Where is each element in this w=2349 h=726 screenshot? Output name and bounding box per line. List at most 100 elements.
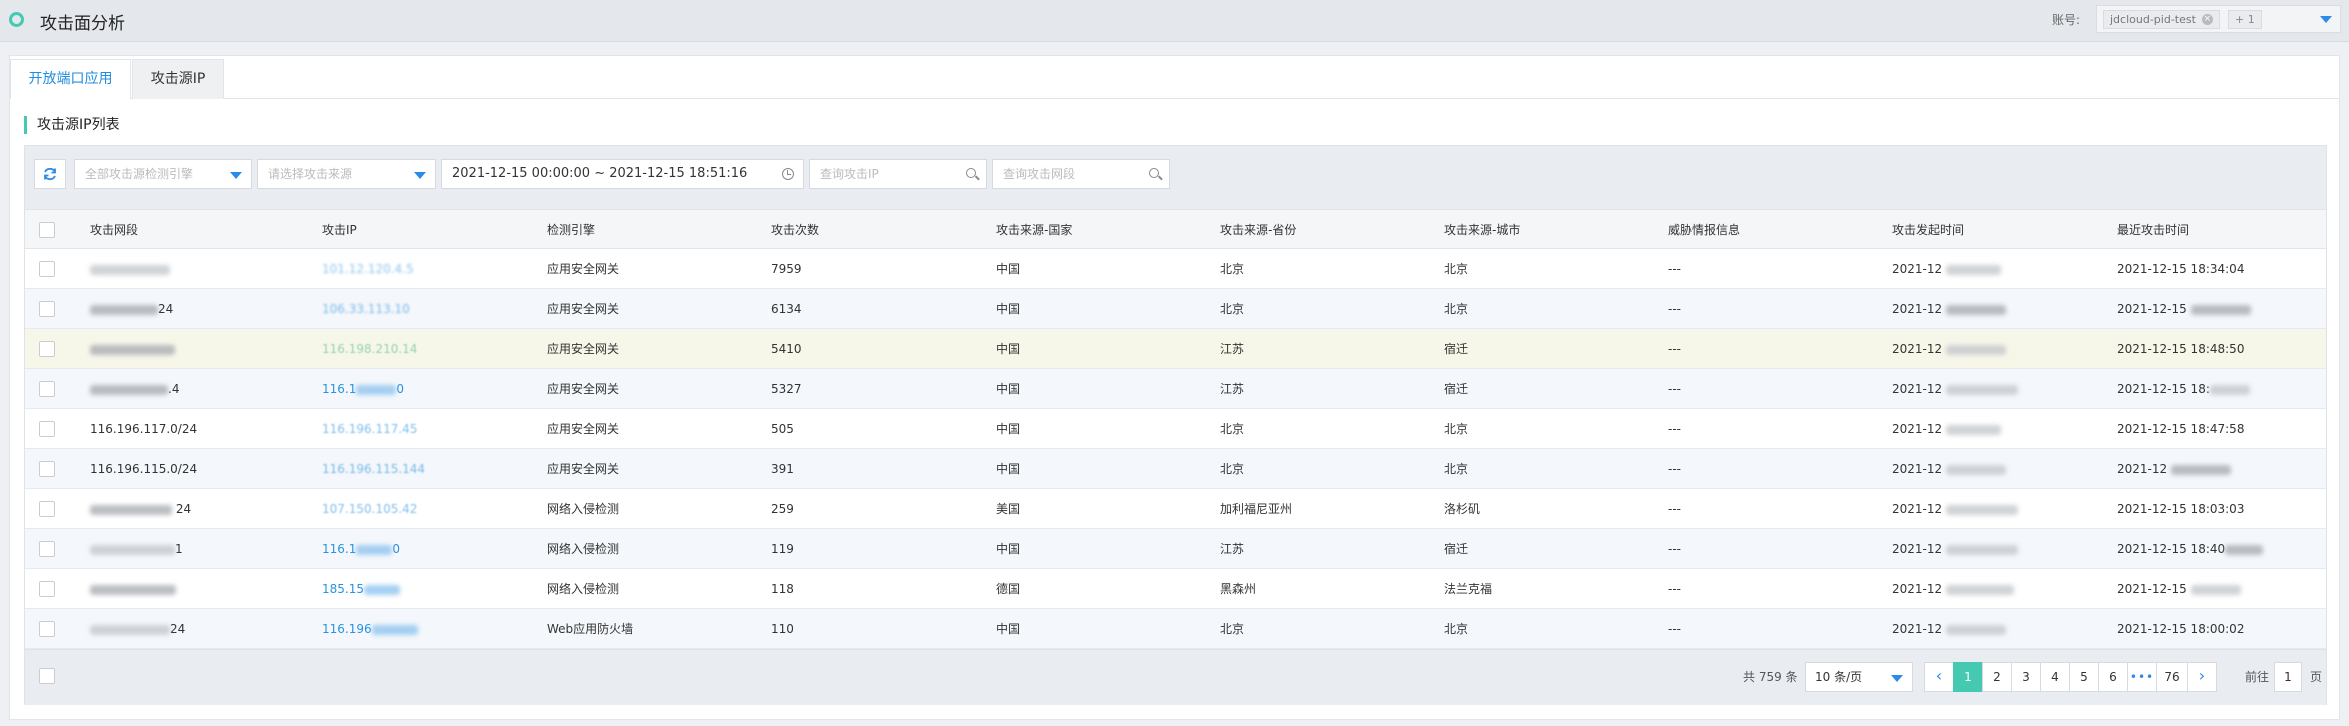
column-header[interactable]: 攻击来源-省份	[1220, 210, 1296, 250]
select-all-checkbox[interactable]	[39, 222, 55, 238]
ip-link[interactable]: 116.196.117.45	[322, 409, 417, 449]
account-select[interactable]: jdcloud-pid-test × + 1	[2096, 5, 2341, 33]
table-row[interactable]: 185.15 网络入侵检测 118 德国 黑森州 法兰克福 --- 2021-1…	[25, 569, 2326, 609]
page-button[interactable]: 2	[1982, 662, 2012, 692]
start-time-text: 2021-12	[1892, 422, 1943, 436]
table-row[interactable]: 116.196.117.0/24 116.196.117.45 应用安全网关 5…	[25, 409, 2326, 449]
date-range-value: 2021-12-15 00:00:00 ~ 2021-12-15 18:51:1…	[452, 166, 748, 181]
segment-search-input[interactable]: 查询攻击网段	[992, 159, 1170, 189]
page-button[interactable]: 6	[2098, 662, 2128, 692]
table-row[interactable]: 24 116.196 Web应用防火墙 110 中国 北京 北京 --- 202…	[25, 609, 2326, 649]
start-time-text: 2021-12	[1892, 302, 1943, 316]
table-row[interactable]: 1 116.1 0 网络入侵检测 119 中国 江苏 宿迁 --- 2021-12…	[25, 529, 2326, 569]
intel-cell: ---	[1668, 422, 1681, 436]
filter-bar: 全部攻击源检测引擎 请选择攻击来源 2021-12-15 00:00:00 ~ …	[25, 146, 2326, 209]
row-checkbox[interactable]	[39, 501, 55, 517]
engine-select[interactable]: 全部攻击源检测引擎	[74, 159, 252, 189]
ip-link[interactable]: 116.196	[322, 609, 418, 649]
city-cell: 北京	[1444, 622, 1469, 636]
row-checkbox[interactable]	[39, 541, 55, 557]
column-header[interactable]: 攻击IP	[322, 210, 357, 250]
row-checkbox[interactable]	[39, 581, 55, 597]
engine-cell: 应用安全网关	[547, 262, 620, 276]
column-header[interactable]: 攻击发起时间	[1892, 210, 1964, 250]
close-icon[interactable]: ×	[2201, 14, 2213, 25]
account-label: 账号:	[2052, 13, 2081, 27]
row-checkbox[interactable]	[39, 381, 55, 397]
row-checkbox[interactable]	[39, 341, 55, 357]
account-more-tag[interactable]: + 1	[2228, 10, 2262, 29]
footer-select-all-checkbox[interactable]	[39, 668, 55, 684]
chevron-down-icon[interactable]	[2320, 16, 2332, 23]
count-cell: 118	[771, 582, 794, 596]
ip-search-placeholder: 查询攻击IP	[820, 167, 879, 181]
page-size-select[interactable]: 10 条/页	[1805, 662, 1913, 692]
column-header[interactable]: 攻击网段	[90, 210, 138, 250]
count-cell: 6134	[771, 302, 802, 316]
page-button[interactable]: 1	[1953, 662, 1983, 692]
row-checkbox[interactable]	[39, 621, 55, 637]
redacted-mask	[1945, 264, 2001, 275]
search-icon[interactable]	[1149, 168, 1159, 178]
row-checkbox[interactable]	[39, 301, 55, 317]
column-header[interactable]: 检测引擎	[547, 210, 595, 250]
row-checkbox[interactable]	[39, 421, 55, 437]
account-tag[interactable]: jdcloud-pid-test ×	[2103, 10, 2220, 29]
ip-link[interactable]: 116.1 0	[322, 529, 400, 569]
ip-link[interactable]: 185.15	[322, 569, 400, 609]
prev-page-button[interactable]: ‹	[1924, 662, 1954, 692]
engine-cell: 应用安全网关	[547, 462, 620, 476]
page-button[interactable]: 5	[2069, 662, 2099, 692]
last-time-cell: 2021-12	[2117, 449, 2231, 489]
row-checkbox[interactable]	[39, 261, 55, 277]
page-ellipsis[interactable]: •••	[2127, 662, 2157, 692]
last-time-cell: 2021-12-15 18:	[2117, 369, 2250, 409]
redacted-mask	[1945, 344, 2006, 355]
ip-link[interactable]: 101.12.120.4.5	[322, 249, 414, 289]
column-header[interactable]: 攻击次数	[771, 210, 819, 250]
column-header[interactable]: 攻击来源-国家	[996, 210, 1072, 250]
province-cell: 江苏	[1220, 542, 1245, 556]
ip-link[interactable]: 116.198.210.14	[322, 329, 417, 369]
ip-link[interactable]: 106.33.113.10	[322, 289, 410, 329]
redacted-mask	[2225, 544, 2264, 555]
ip-link[interactable]: 107.150.105.42	[322, 489, 417, 529]
page-button[interactable]: 4	[2040, 662, 2070, 692]
start-time-text: 2021-12	[1892, 582, 1943, 596]
column-header[interactable]: 攻击来源-城市	[1444, 210, 1520, 250]
start-time-cell: 2021-12	[1892, 489, 2018, 529]
table-row[interactable]: 116.198.210.14 应用安全网关 5410 中国 江苏 宿迁 --- …	[25, 329, 2326, 369]
table-row[interactable]: 116.196.115.0/24 116.196.115.144 应用安全网关 …	[25, 449, 2326, 489]
next-page-button[interactable]: ›	[2187, 662, 2217, 692]
search-icon[interactable]	[966, 168, 976, 178]
segment-text: 24	[158, 302, 174, 316]
date-range-picker[interactable]: 2021-12-15 00:00:00 ~ 2021-12-15 18:51:1…	[441, 159, 804, 189]
column-header[interactable]: 最近攻击时间	[2117, 210, 2189, 250]
engine-cell: 应用安全网关	[547, 422, 620, 436]
tab-attack-ip[interactable]: 攻击源IP	[132, 59, 224, 99]
last-time-cell: 2021-12-15	[2117, 289, 2251, 329]
column-header[interactable]: 威胁情报信息	[1668, 210, 1740, 250]
table-row[interactable]: .4 116.1 0 应用安全网关 5327 中国 江苏 宿迁 --- 2021-…	[25, 369, 2326, 409]
table-row[interactable]: 24 107.150.105.42 网络入侵检测 259 美国 加利福尼亚州 洛…	[25, 489, 2326, 529]
city-cell: 北京	[1444, 302, 1469, 316]
pagination: ‹ 1 2 3 4 5 6 ••• 76 ›	[1924, 662, 2217, 692]
table-row[interactable]: 101.12.120.4.5 应用安全网关 7959 中国 北京 北京 --- …	[25, 249, 2326, 289]
ip-link-text: 106.33.113.10	[322, 302, 410, 316]
engine-cell: Web应用防火墙	[547, 622, 634, 636]
top-bar: 攻击面分析 账号: jdcloud-pid-test × + 1	[0, 0, 2349, 42]
table-row[interactable]: 24 106.33.113.10 应用安全网关 6134 中国 北京 北京 --…	[25, 289, 2326, 329]
refresh-button[interactable]	[34, 159, 66, 189]
redacted-mask	[90, 584, 176, 595]
tab-open-ports[interactable]: 开放端口应用	[10, 59, 131, 99]
redacted-mask	[1945, 384, 2018, 395]
source-select[interactable]: 请选择攻击来源	[257, 159, 436, 189]
page-button[interactable]: 3	[2011, 662, 2041, 692]
page-button[interactable]: 76	[2156, 662, 2188, 692]
count-cell: 391	[771, 462, 794, 476]
goto-page-input[interactable]: 1	[2274, 662, 2302, 692]
ip-search-input[interactable]: 查询攻击IP	[809, 159, 987, 189]
ip-link[interactable]: 116.1 0	[322, 369, 404, 409]
ip-link[interactable]: 116.196.115.144	[322, 449, 425, 489]
row-checkbox[interactable]	[39, 461, 55, 477]
